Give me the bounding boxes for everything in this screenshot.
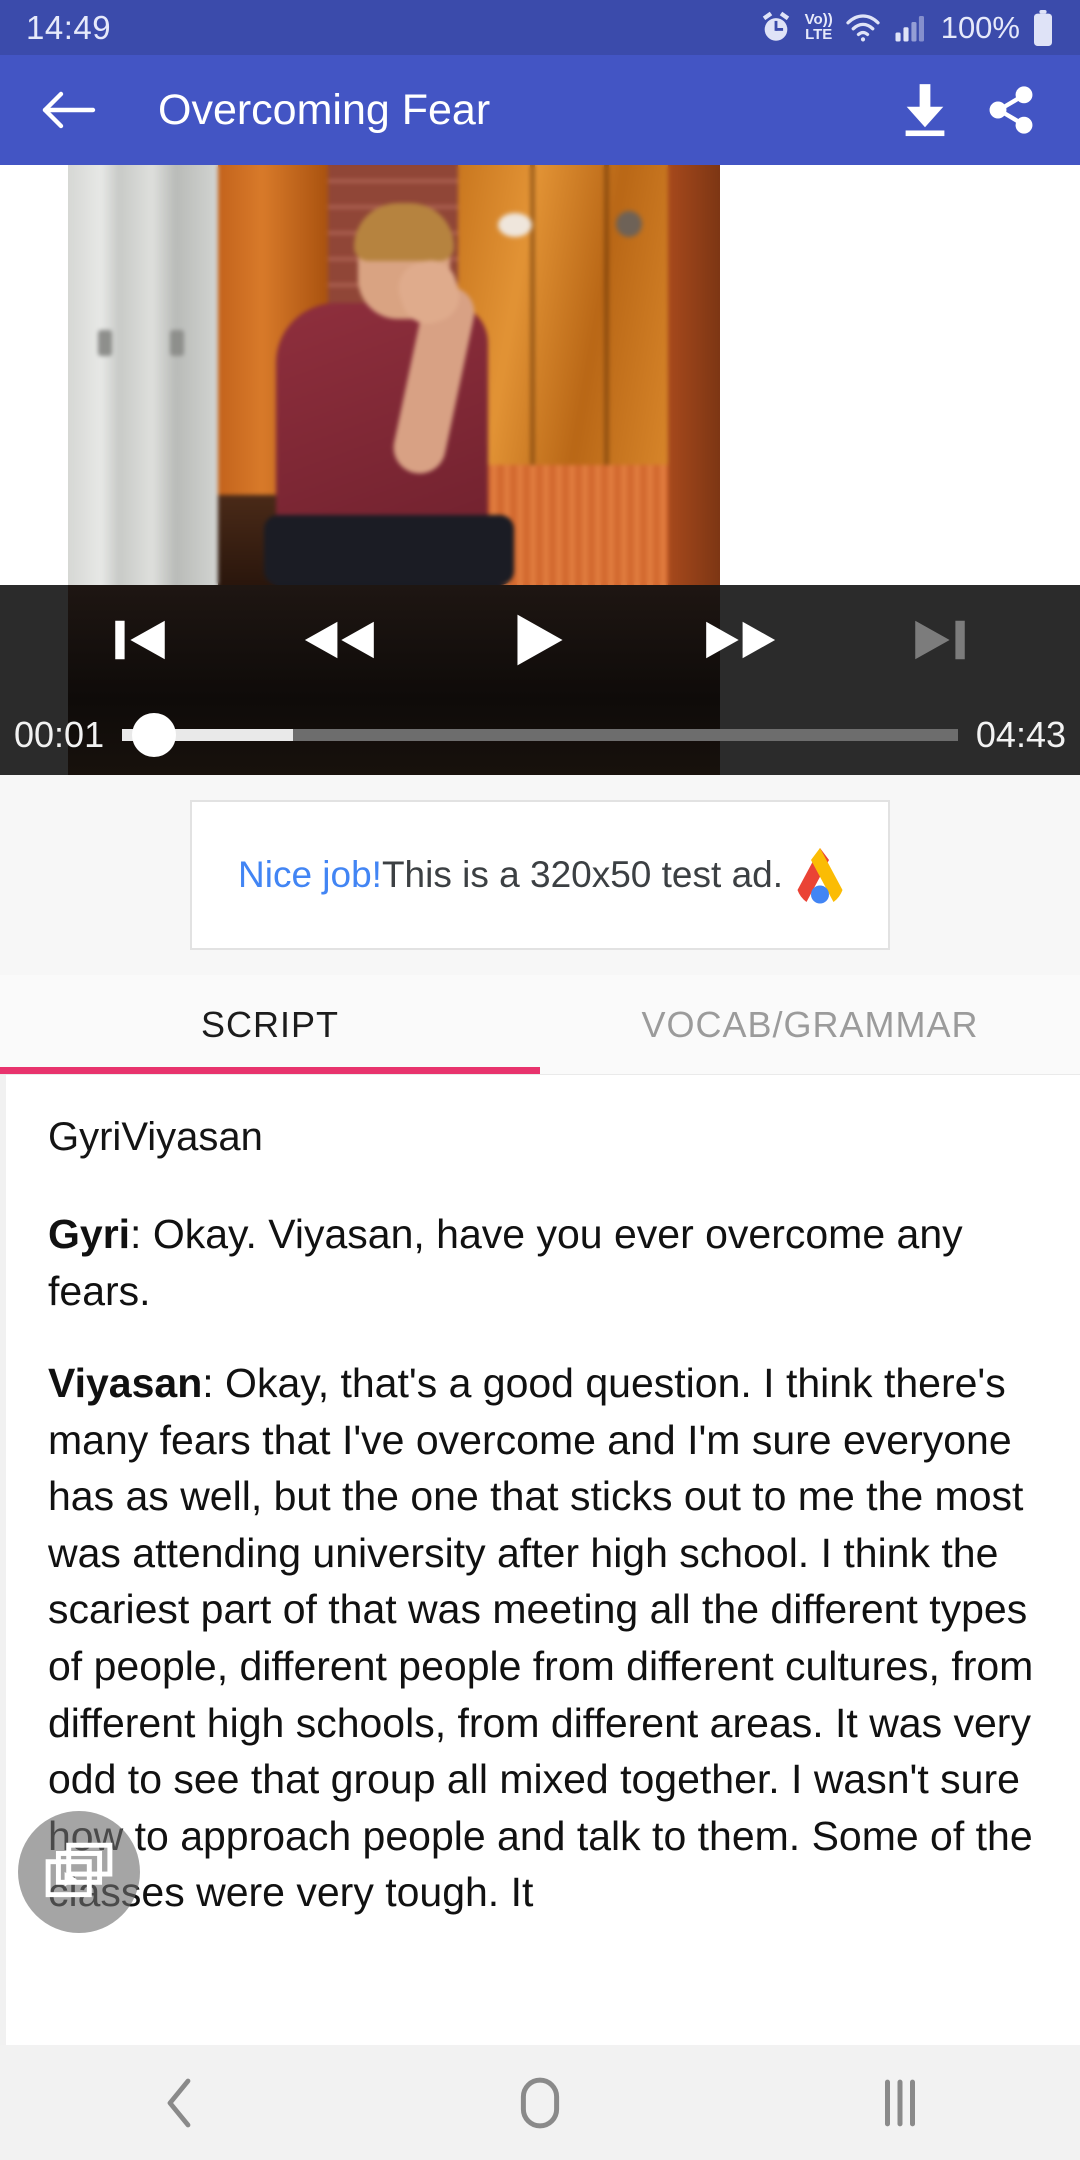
status-icons: Vo)) LTE 100% — [759, 9, 1054, 46]
ad-cta-label[interactable]: Nice job! — [238, 854, 382, 896]
tab-vocab-grammar[interactable]: VOCAB/GRAMMAR — [540, 975, 1080, 1074]
skip-previous-button[interactable] — [80, 594, 200, 686]
speaker-line: : Okay. Viyasan, have you ever overcome … — [48, 1211, 963, 1314]
script-header: GyriViyasan — [48, 1115, 263, 1159]
volte-icon: Vo)) LTE — [804, 11, 833, 43]
script-paragraph: Viyasan: Okay, that's a good question. I… — [48, 1355, 1034, 1921]
script-paragraph: Gyri: Okay. Viyasan, have you ever overc… — [48, 1206, 1034, 1319]
status-bar: 14:49 Vo)) LTE 100% — [0, 0, 1080, 55]
speaker-name: Gyri — [48, 1211, 131, 1257]
current-time-label: 00:01 — [14, 714, 105, 755]
battery-percent-label: 100% — [940, 9, 1020, 45]
transport-controls — [0, 585, 1080, 695]
back-button[interactable] — [26, 67, 112, 153]
fast-forward-button[interactable] — [680, 594, 800, 686]
scroll-edge — [0, 1075, 6, 2045]
speaker-line: : Okay, that's a good question. I think … — [48, 1360, 1034, 1916]
tab-indicator — [0, 1067, 540, 1074]
video-surface[interactable] — [0, 165, 1080, 585]
battery-icon — [1032, 9, 1054, 46]
skip-next-button[interactable] — [880, 594, 1000, 686]
seek-bar[interactable] — [122, 713, 958, 757]
scene-blur-overlay — [68, 165, 720, 585]
page-title: Overcoming Fear — [158, 85, 491, 134]
total-time-label: 04:43 — [975, 714, 1066, 755]
share-button[interactable] — [968, 67, 1054, 153]
tab-script[interactable]: SCRIPT — [0, 975, 540, 1074]
nav-home-button[interactable] — [460, 2045, 620, 2160]
video-frame — [68, 165, 720, 585]
wifi-icon — [845, 13, 881, 43]
nav-recents-button[interactable] — [820, 2045, 980, 2160]
seek-bar-thumb[interactable] — [132, 713, 177, 757]
script-content[interactable]: GyriViyasan Gyri: Okay. Viyasan, have yo… — [0, 1075, 1080, 2045]
play-button[interactable] — [480, 594, 600, 686]
app-bar: Overcoming Fear — [0, 55, 1080, 165]
status-time: 14:49 — [26, 8, 112, 46]
player-controls: 00:01 04:43 — [0, 585, 1080, 775]
seek-bar-row: 00:01 04:43 — [0, 695, 1080, 775]
video-playlist-button[interactable] — [18, 1811, 140, 1933]
ad-zone: Nice job! This is a 320x50 test ad. — [0, 775, 1080, 975]
app-screen: 14:49 Vo)) LTE 100% Overcoming Fear 00:0… — [0, 0, 1080, 2160]
signal-icon — [893, 13, 925, 43]
android-nav-bar — [0, 2045, 1080, 2160]
admob-icon — [783, 838, 857, 912]
speaker-name: Viyasan — [48, 1360, 203, 1407]
alarm-icon — [759, 11, 793, 45]
ad-banner[interactable]: Nice job! This is a 320x50 test ad. — [190, 800, 890, 950]
tab-bar: SCRIPT VOCAB/GRAMMAR — [0, 975, 1080, 1075]
download-button[interactable] — [882, 67, 968, 153]
ad-body-text: This is a 320x50 test ad. — [381, 854, 784, 895]
rewind-button[interactable] — [280, 594, 400, 686]
nav-back-button[interactable] — [100, 2045, 260, 2160]
